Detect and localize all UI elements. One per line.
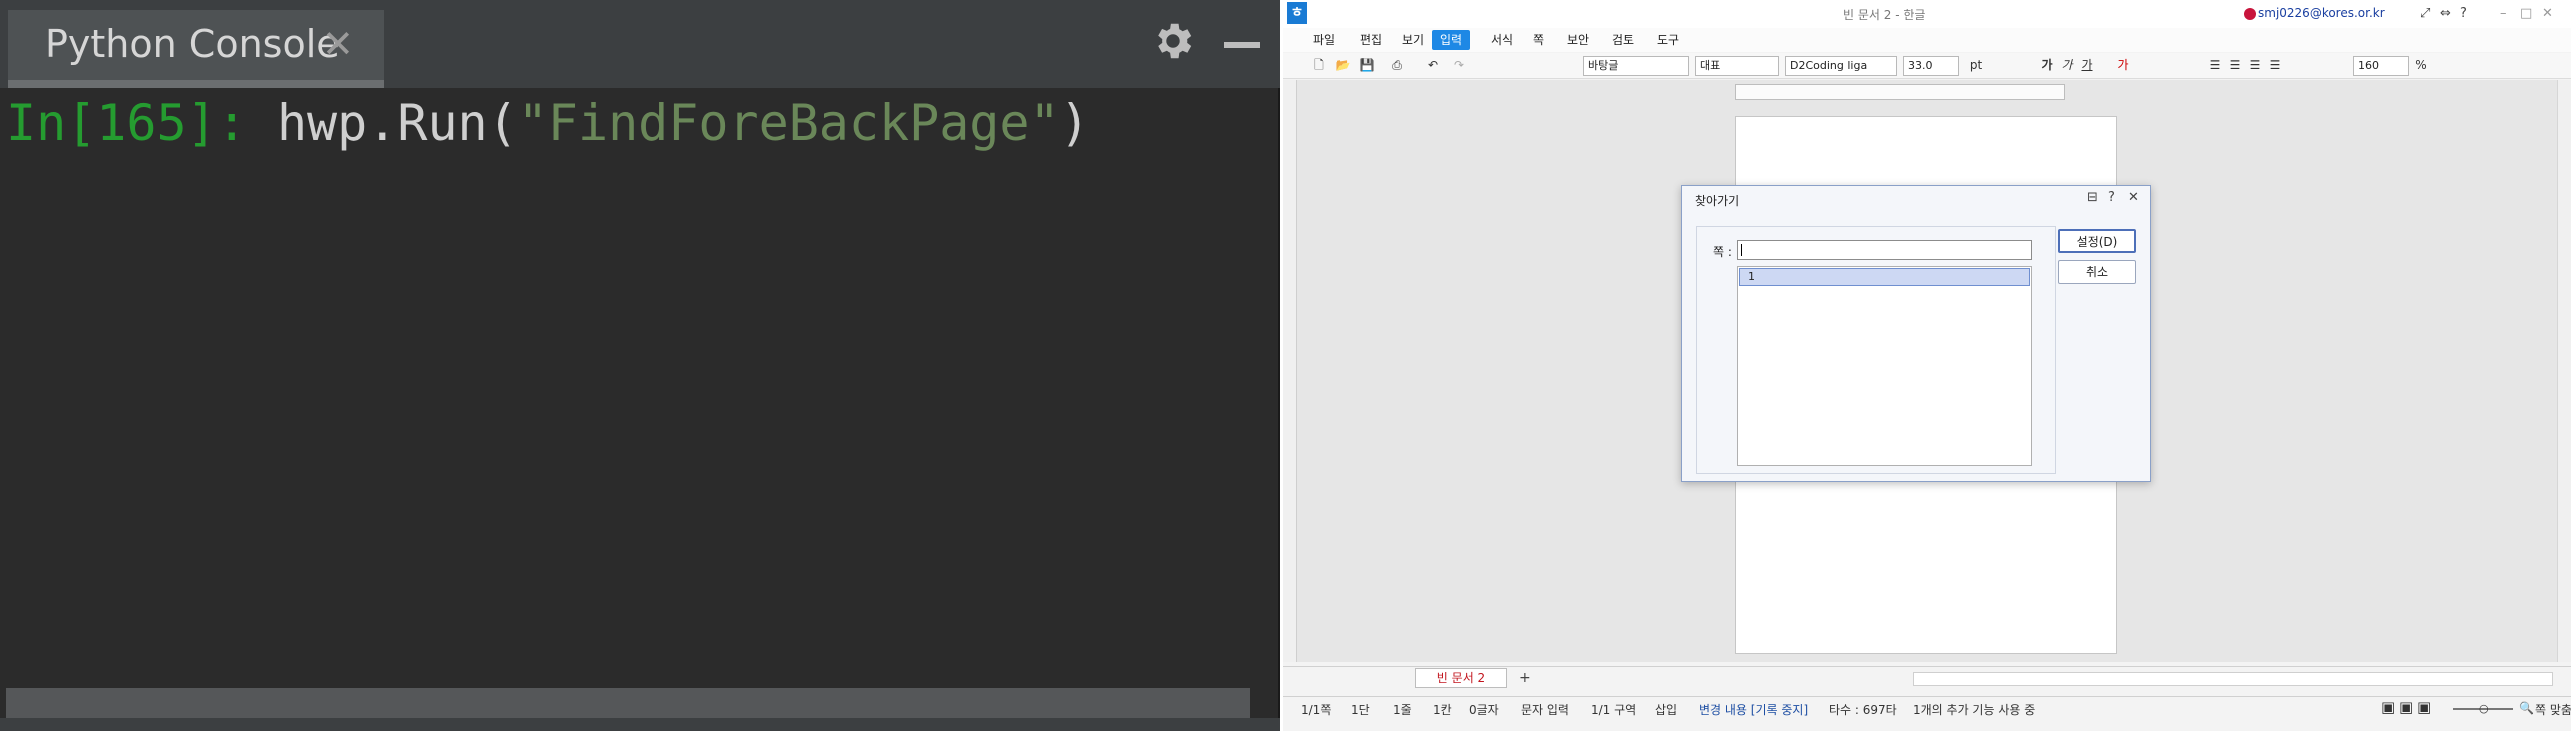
console-hscrollbar[interactable] bbox=[6, 688, 1250, 718]
page-input[interactable] bbox=[1737, 240, 2032, 260]
menu-insert[interactable]: 입력 bbox=[1432, 30, 1471, 50]
console-input-line[interactable]: In[165]: hwp.Run("FindForeBackPage") bbox=[6, 94, 1090, 152]
close-window-icon[interactable]: ✕ bbox=[2542, 6, 2553, 21]
status-section: 1/1 구역 bbox=[1591, 703, 1637, 717]
search-icon[interactable]: 🔍 bbox=[2519, 701, 2534, 715]
gear-icon[interactable] bbox=[1150, 18, 1196, 64]
user-icon bbox=[2244, 8, 2256, 20]
horizontal-scrollbar[interactable] bbox=[1913, 672, 2553, 686]
dialog-close-icon[interactable]: ✕ bbox=[2128, 190, 2139, 205]
horizontal-ruler[interactable] bbox=[1735, 84, 2065, 100]
align-right-icon[interactable]: ☰ bbox=[2267, 57, 2283, 73]
split-icon[interactable]: ⇔ bbox=[2440, 6, 2451, 21]
font-color-icon[interactable]: 가 bbox=[2115, 57, 2131, 73]
status-line: 1줄 bbox=[1393, 703, 1412, 717]
minimize-window-icon[interactable]: – bbox=[2500, 6, 2507, 21]
zoom-slider-handle[interactable]: ○ bbox=[2479, 702, 2489, 715]
text-caret bbox=[1741, 244, 1742, 256]
list-item[interactable]: 1 bbox=[1739, 268, 2030, 286]
redo-icon[interactable]: ↷ bbox=[1451, 57, 1467, 73]
save-icon[interactable]: 💾 bbox=[1359, 57, 1375, 73]
menu-tools[interactable]: 도구 bbox=[1649, 30, 1687, 50]
vertical-ruler bbox=[1283, 80, 1297, 662]
undo-icon[interactable]: ↶ bbox=[1425, 57, 1441, 73]
vertical-scrollbar[interactable] bbox=[2557, 80, 2571, 662]
console-footer bbox=[0, 718, 1280, 731]
align-justify-icon[interactable]: ☰ bbox=[2207, 57, 2223, 73]
menu-page[interactable]: 쪽 bbox=[1525, 30, 1552, 50]
hwp-window: ㅎ 빈 문서 2 - 한글 smj0226@kores.or.kr ⤢ ⇔ ? … bbox=[1283, 0, 2571, 731]
menu-file[interactable]: 파일 bbox=[1305, 30, 1343, 50]
fullscreen-icon[interactable]: ⤢ bbox=[2420, 6, 2430, 21]
page-list[interactable]: 1 bbox=[1737, 266, 2032, 466]
view-mode-icon[interactable]: ▣ bbox=[2381, 698, 2395, 716]
ok-button[interactable]: 설정(D) bbox=[2058, 229, 2136, 253]
size-unit[interactable]: pt bbox=[1965, 57, 1987, 73]
maximize-window-icon[interactable]: □ bbox=[2520, 6, 2532, 21]
status-typing: 타수 : 697타 bbox=[1829, 703, 1897, 717]
status-insert[interactable]: 삽입 bbox=[1655, 701, 1677, 718]
python-console: Python Console ✕ In[165]: hwp.Run("FindF… bbox=[0, 0, 1280, 731]
code-suffix: ) bbox=[1059, 94, 1090, 152]
bold-icon[interactable]: 가 bbox=[2039, 57, 2055, 73]
new-doc-icon[interactable]: 🗋 bbox=[1311, 57, 1327, 73]
help-icon[interactable]: ? bbox=[2460, 6, 2467, 21]
menu-review[interactable]: 검토 bbox=[1604, 30, 1642, 50]
font-select[interactable]: D2Coding liga bbox=[1785, 56, 1897, 76]
zoom-unit[interactable]: % bbox=[2413, 57, 2429, 73]
align-left-icon[interactable]: ☰ bbox=[2227, 57, 2243, 73]
status-mode: 문자 입력 bbox=[1521, 703, 1569, 717]
add-tab-button[interactable]: + bbox=[1519, 670, 1531, 686]
hwp-logo-icon[interactable]: ㅎ bbox=[1287, 2, 1307, 24]
dialog-title: 찾아가기 bbox=[1695, 194, 1740, 208]
style-select[interactable]: 바탕글 bbox=[1583, 56, 1689, 76]
align-center-icon[interactable]: ☰ bbox=[2247, 57, 2263, 73]
window-title: 빈 문서 2 - 한글 bbox=[1843, 8, 1926, 22]
underline-icon[interactable]: 가 bbox=[2079, 57, 2095, 73]
menu-bar bbox=[1283, 28, 2571, 52]
status-page: 1/1쪽 bbox=[1301, 703, 1332, 717]
outline-select[interactable]: 대표 bbox=[1695, 56, 1779, 76]
zoom-input[interactable]: 160 bbox=[2353, 56, 2409, 76]
console-prompt: In[165]: bbox=[6, 94, 277, 152]
menu-view[interactable]: 보기 bbox=[1394, 30, 1432, 50]
page-label: 쪽 : bbox=[1713, 245, 1732, 259]
status-addons[interactable]: 1개의 추가 기능 사용 중 bbox=[1913, 701, 2035, 718]
code-call: hwp.Run( bbox=[276, 94, 518, 152]
status-chars: 0글자 bbox=[1469, 703, 1499, 717]
dialog-options-icon[interactable]: ⊟ bbox=[2087, 190, 2098, 205]
status-track-changes[interactable]: 변경 내용 [기록 중지] bbox=[1699, 701, 1808, 718]
menu-format[interactable]: 서식 bbox=[1483, 30, 1521, 50]
document-tab[interactable]: 빈 문서 2 bbox=[1415, 668, 1507, 688]
cancel-button[interactable]: 취소 bbox=[2058, 260, 2136, 284]
font-size-input[interactable]: 33.0 bbox=[1903, 56, 1959, 76]
menu-security[interactable]: 보안 bbox=[1559, 30, 1597, 50]
fit-page-button[interactable]: 쪽 맞춤 bbox=[2535, 701, 2571, 718]
status-column: 1단 bbox=[1351, 703, 1370, 717]
page-view-icon[interactable]: ▣ bbox=[2399, 698, 2413, 716]
code-string: "FindForeBackPage" bbox=[517, 94, 1060, 152]
outline-view-icon[interactable]: ▣ bbox=[2417, 698, 2431, 716]
status-col: 1칸 bbox=[1433, 703, 1452, 717]
italic-icon[interactable]: 가 bbox=[2059, 57, 2075, 73]
console-tab-underline bbox=[8, 80, 384, 88]
dialog-help-icon[interactable]: ? bbox=[2108, 190, 2115, 205]
close-icon[interactable]: ✕ bbox=[322, 22, 354, 66]
open-icon[interactable]: 📂 bbox=[1335, 57, 1351, 73]
menu-edit[interactable]: 편집 bbox=[1352, 30, 1390, 50]
console-tab-title: Python Console bbox=[45, 22, 340, 66]
user-email[interactable]: smj0226@kores.or.kr bbox=[2258, 6, 2385, 20]
minimize-icon[interactable] bbox=[1224, 42, 1260, 48]
goto-dialog: 찾아가기 ⊟ ? ✕ 쪽 : 1 설정(D) 취소 bbox=[1681, 185, 2151, 482]
print-icon[interactable]: ⎙ bbox=[1389, 57, 1405, 73]
